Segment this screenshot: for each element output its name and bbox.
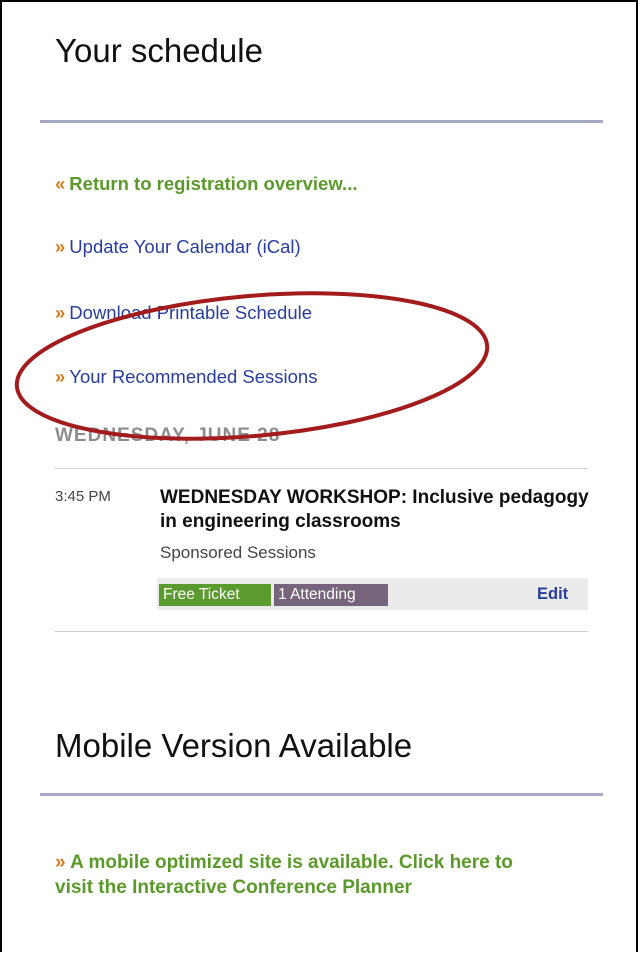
mobile-title: Mobile Version Available — [55, 727, 413, 764]
schedule-title: Your schedule — [55, 32, 263, 69]
session-track: Sponsored Sessions — [160, 543, 316, 562]
forward-arrow-icon: » — [55, 236, 66, 257]
edit-ticket-link[interactable]: Edit — [537, 585, 568, 604]
return-link-label: Return to registration overview... — [69, 173, 358, 194]
day-divider — [55, 468, 588, 469]
ticket-badge: Free Ticket — [159, 584, 271, 606]
update-calendar-link[interactable]: » Update Your Calendar (iCal) — [55, 236, 301, 258]
mobile-link-label: A mobile optimized site is available. Cl… — [55, 852, 513, 898]
page-frame — [0, 0, 638, 952]
session-time: 3:45 PM — [55, 488, 111, 505]
forward-arrow-icon: » — [55, 302, 66, 323]
forward-arrow-icon: » — [55, 366, 66, 387]
day-heading: WEDNESDAY, JUNE 28 — [55, 425, 281, 446]
back-arrow-icon: « — [55, 173, 66, 194]
forward-arrow-icon: » — [55, 852, 66, 873]
return-to-registration-link[interactable]: «Return to registration overview... — [55, 173, 357, 195]
recommended-sessions-link[interactable]: » Your Recommended Sessions — [55, 366, 317, 388]
session-title[interactable]: WEDNESDAY WORKSHOP: Inclusive pedagogy i… — [160, 486, 590, 534]
download-schedule-label: Download Printable Schedule — [69, 302, 313, 323]
update-calendar-label: Update Your Calendar (iCal) — [69, 236, 301, 257]
mobile-planner-link[interactable]: » A mobile optimized site is available. … — [55, 850, 555, 900]
download-schedule-link[interactable]: » Download Printable Schedule — [55, 302, 312, 324]
session-divider — [55, 631, 588, 632]
mobile-title-divider — [40, 793, 603, 796]
recommended-sessions-label: Your Recommended Sessions — [69, 366, 318, 387]
title-divider — [40, 120, 603, 123]
attending-badge: 1 Attending — [274, 584, 388, 606]
